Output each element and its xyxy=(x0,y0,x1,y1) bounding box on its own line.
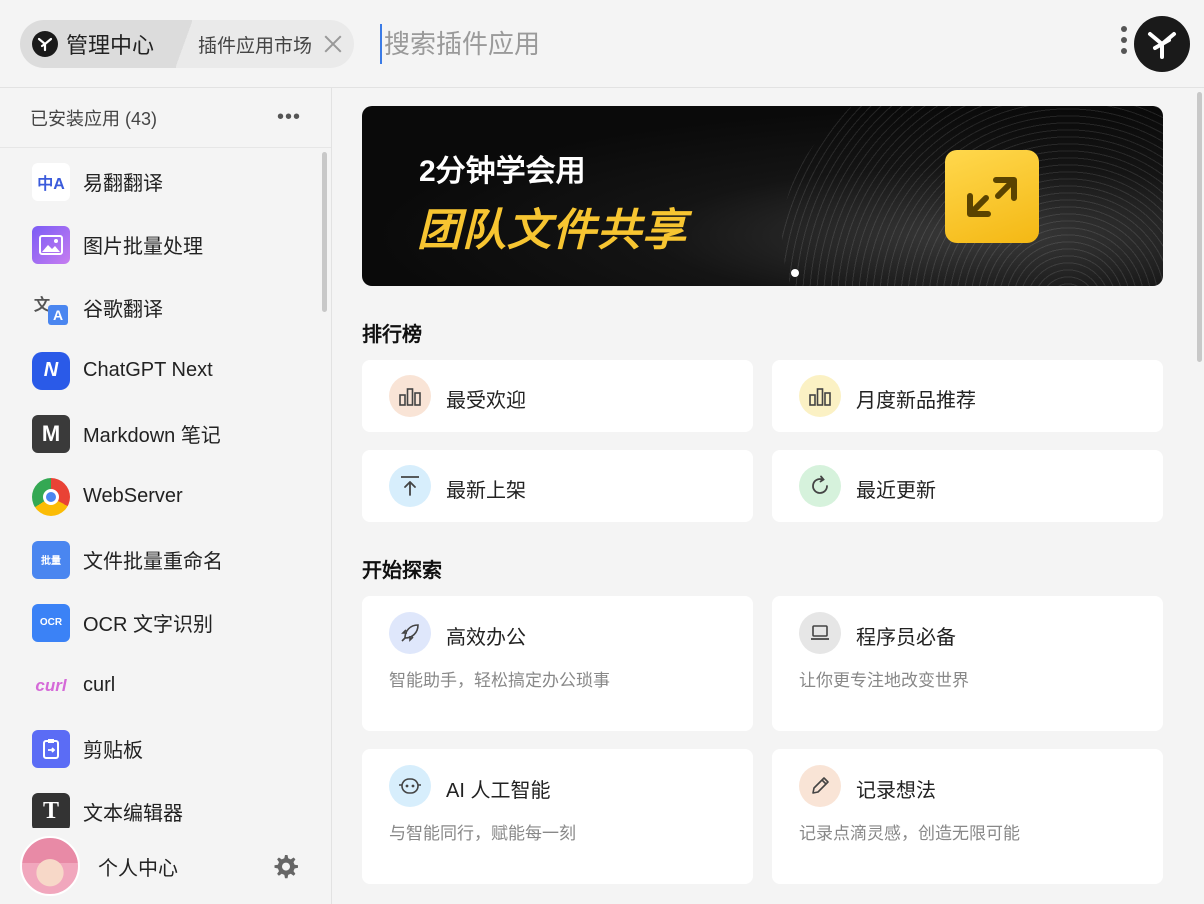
markdown-icon: M xyxy=(32,414,70,453)
sidebar-item-label: 易翻翻译 xyxy=(83,173,163,195)
gear-icon[interactable] xyxy=(270,851,300,881)
sidebar-item-markdown[interactable]: M Markdown 笔记 xyxy=(0,402,330,465)
curl-icon: curl xyxy=(35,675,67,695)
sidebar-item-webserver[interactable]: WebServer xyxy=(0,465,330,528)
ranking-label: 最受欢迎 xyxy=(446,390,526,412)
more-horizontal-icon[interactable]: ••• xyxy=(277,106,301,129)
chrome-icon xyxy=(32,477,70,516)
main-scrollbar[interactable] xyxy=(1197,92,1202,362)
explore-label: 高效办公 xyxy=(446,627,526,649)
explore-desc: 让你更专注地改变世界 xyxy=(799,671,969,690)
installed-apps-sidebar: 已安装应用 (43) ••• 中A 易翻翻译 图片批量处理 文 A 谷歌翻译 N… xyxy=(0,88,332,904)
explore-desc: 记录点滴灵感，创造无限可能 xyxy=(799,824,1020,843)
ocr-icon: OCR xyxy=(32,603,70,642)
ranking-recent-update[interactable]: 最近更新 xyxy=(772,450,1163,522)
sidebar-item-batch-rename[interactable]: 批量 文件批量重命名 xyxy=(0,528,330,591)
file-share-icon xyxy=(945,150,1039,243)
sidebar-item-clipboard[interactable]: 剪贴板 xyxy=(0,717,330,780)
app-logo-icon xyxy=(1148,32,1176,59)
upload-icon xyxy=(389,465,431,507)
explore-ai[interactable]: AI 人工智能 与智能同行，赋能每一刻 xyxy=(362,749,753,884)
search-input[interactable] xyxy=(380,24,1080,64)
sidebar-item-chatgpt-next[interactable]: N ChatGPT Next xyxy=(0,339,330,402)
top-bar: 管理中心 插件应用市场 xyxy=(0,0,1204,88)
sidebar-item-label: Markdown 笔记 xyxy=(83,425,221,447)
explore-desc: 与智能同行，赋能每一刻 xyxy=(389,824,576,843)
sidebar-item-ocr[interactable]: OCR OCR 文字识别 xyxy=(0,591,330,654)
sidebar-item-text-editor[interactable]: T 文本编辑器 xyxy=(0,780,330,830)
installed-apps-title: 已安装应用 (43) xyxy=(30,108,158,129)
sidebar-header: 已安装应用 (43) ••• xyxy=(0,88,331,148)
breadcrumb: 管理中心 插件应用市场 xyxy=(20,20,355,68)
sidebar-item-yifan-translate[interactable]: 中A 易翻翻译 xyxy=(0,150,330,213)
app-logo-button[interactable] xyxy=(1134,16,1190,72)
explore-desc: 智能助手，轻松搞定办公琐事 xyxy=(389,671,610,690)
sidebar-item-label: curl xyxy=(83,674,116,696)
refresh-icon xyxy=(799,465,841,507)
user-center-label: 个人中心 xyxy=(98,857,178,880)
google-translate-icon: 文 A xyxy=(32,289,70,327)
image-batch-icon xyxy=(32,225,70,264)
translate-zh-icon: 中A xyxy=(32,162,70,201)
user-center[interactable]: 个人中心 xyxy=(0,828,330,904)
text-editor-icon: T xyxy=(32,792,70,830)
explore-title: 开始探索 xyxy=(362,560,442,582)
app-logo-icon xyxy=(32,31,58,57)
sidebar-scrollbar[interactable] xyxy=(322,152,327,312)
crumb-plugin-market[interactable]: 插件应用市场 xyxy=(192,20,355,68)
explore-label: 记录想法 xyxy=(856,780,936,802)
sidebar-item-google-translate[interactable]: 文 A 谷歌翻译 xyxy=(0,276,330,339)
sidebar-item-label: ChatGPT Next xyxy=(83,359,213,381)
rename-icon: 批量 xyxy=(32,540,70,579)
ranking-label: 月度新品推荐 xyxy=(856,390,976,412)
sidebar-item-label: 剪贴板 xyxy=(83,740,143,762)
banner-line2: 团队文件共享 xyxy=(417,206,687,255)
crumb-separator xyxy=(176,20,193,68)
plugin-market-main: 2分钟学会用 团队文件共享 排行榜 最受欢迎 月度新品推荐 最新上架 最近更新 … xyxy=(333,88,1204,904)
sidebar-item-label: 文本编辑器 xyxy=(83,803,183,825)
sidebar-item-label: WebServer xyxy=(83,485,183,507)
carousel-dot[interactable] xyxy=(791,269,799,277)
sidebar-item-curl[interactable]: curl curl xyxy=(0,654,330,717)
sidebar-item-label: OCR 文字识别 xyxy=(83,614,213,636)
installed-apps-list: 中A 易翻翻译 图片批量处理 文 A 谷歌翻译 N ChatGPT Next M… xyxy=(0,150,330,830)
clipboard-icon xyxy=(32,729,70,768)
bar-chart-icon xyxy=(799,375,841,417)
close-icon[interactable] xyxy=(322,33,344,55)
explore-ideas[interactable]: 记录想法 记录点滴灵感，创造无限可能 xyxy=(772,749,1163,884)
crumb-sub-label: 插件应用市场 xyxy=(198,35,313,57)
banner-line1: 2分钟学会用 xyxy=(419,155,586,188)
explore-programmer[interactable]: 程序员必备 让你更专注地改变世界 xyxy=(772,596,1163,731)
robot-icon xyxy=(389,765,431,807)
explore-label: AI 人工智能 xyxy=(446,780,551,802)
promo-banner[interactable]: 2分钟学会用 团队文件共享 xyxy=(362,106,1163,286)
sidebar-item-label: 图片批量处理 xyxy=(83,236,203,258)
ranking-label: 最新上架 xyxy=(446,480,526,502)
sidebar-item-label: 谷歌翻译 xyxy=(83,299,163,321)
ranking-label: 最近更新 xyxy=(856,480,936,502)
ranking-latest[interactable]: 最新上架 xyxy=(362,450,753,522)
explore-label: 程序员必备 xyxy=(856,627,956,649)
ranking-monthly-new[interactable]: 月度新品推荐 xyxy=(772,360,1163,432)
bar-chart-icon xyxy=(389,375,431,417)
rocket-icon xyxy=(389,612,431,654)
laptop-icon xyxy=(799,612,841,654)
explore-office[interactable]: 高效办公 智能助手，轻松搞定办公琐事 xyxy=(362,596,753,731)
ranking-most-popular[interactable]: 最受欢迎 xyxy=(362,360,753,432)
pencil-icon xyxy=(799,765,841,807)
crumb-management-center[interactable]: 管理中心 xyxy=(20,20,177,68)
avatar[interactable] xyxy=(20,836,80,896)
crumb-main-label: 管理中心 xyxy=(66,33,155,58)
chatgpt-next-icon: N xyxy=(32,351,70,390)
sidebar-item-image-batch[interactable]: 图片批量处理 xyxy=(0,213,330,276)
ranking-title: 排行榜 xyxy=(362,324,422,346)
sidebar-item-label: 文件批量重命名 xyxy=(83,551,223,573)
more-vertical-icon[interactable] xyxy=(1118,26,1130,62)
